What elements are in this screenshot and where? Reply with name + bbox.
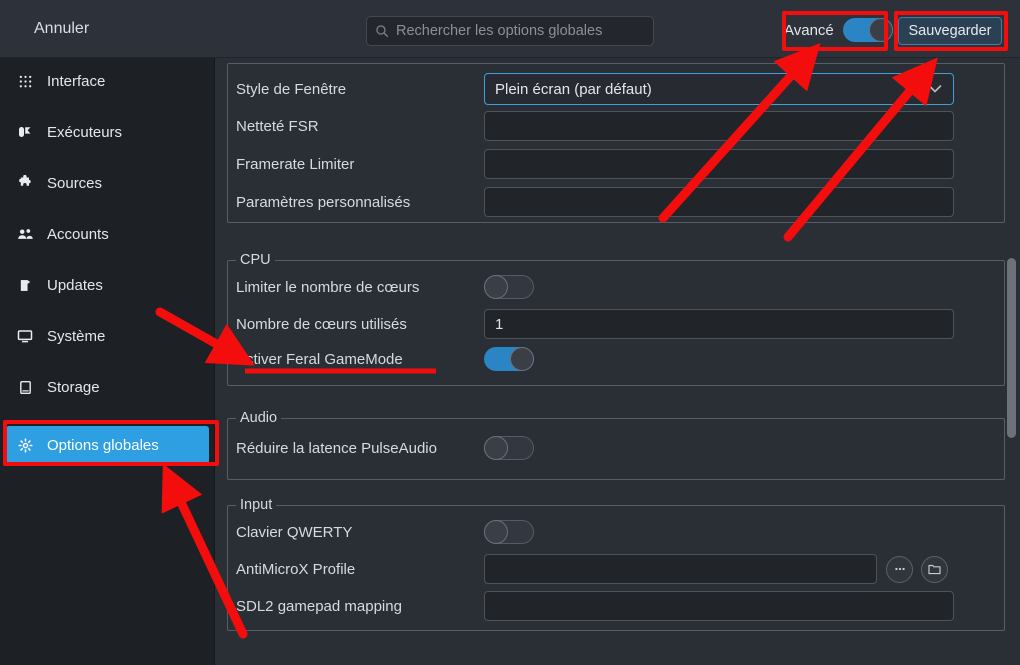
sidebar-item-label: Interface [47,72,106,90]
sidebar-item-label: Options globales [47,436,159,454]
sidebar-item-interface[interactable]: Interface [6,64,209,98]
row-label: SDL2 gamepad mapping [236,597,402,615]
row-label: Limiter le nombre de cœurs [236,278,420,296]
search-field-wrapper[interactable] [366,16,654,46]
row-framerate-limiter: Framerate Limiter [236,149,996,179]
sidebar-item-storage[interactable]: Storage [6,370,209,404]
row-label: Netteté FSR [236,117,319,135]
row-label: Style de Fenêtre [236,80,347,98]
display-settings-group: Style de Fenêtre Plein écran (par défaut… [227,63,1005,223]
row-limit-cores: Limiter le nombre de cœurs [236,274,996,300]
package-icon [16,276,34,294]
sidebar-item-label: Sources [47,174,103,192]
application-window: Annuler Avancé Sauvegarder Interfa [0,0,1020,665]
sidebar: Interface Exécuteurs Sources Accounts Up… [0,58,215,665]
grid-dots-icon [16,72,34,90]
top-header-bar: Annuler Avancé Sauvegarder [0,0,1020,58]
sidebar-item-executeurs[interactable]: Exécuteurs [6,115,209,149]
gear-icon [16,436,34,454]
row-antimicrox-profile: AntiMicroX Profile [236,554,996,584]
row-label: Activer Feral GameMode [236,350,403,368]
toggle-knob [510,347,534,371]
row-label: Clavier QWERTY [236,523,353,541]
pulseaudio-latency-toggle[interactable] [484,436,534,460]
row-sdl2-gamepad-mapping: SDL2 gamepad mapping [236,591,996,621]
feral-gamemode-toggle[interactable] [484,347,534,371]
rocket-icon [16,123,34,141]
row-feral-gamemode: Activer Feral GameMode [236,346,996,372]
advanced-label: Avancé [784,21,834,39]
row-qwerty-keyboard: Clavier QWERTY [236,519,996,545]
advanced-toggle-group: Avancé [784,18,893,42]
sdl2-gamepad-mapping-input[interactable] [484,591,954,621]
input-settings-group: Input Clavier QWERTY AntiMicroX Profile [227,497,1005,631]
toggle-knob [484,520,508,544]
window-style-dropdown[interactable]: Plein écran (par défaut) [484,73,954,105]
limit-cores-toggle[interactable] [484,275,534,299]
fsr-sharpness-input[interactable] [484,111,954,141]
input-group-title: Input [236,497,277,513]
ellipsis-icon[interactable] [886,555,913,583]
search-input[interactable] [396,23,645,39]
search-icon [376,25,389,38]
row-label: Nombre de cœurs utilisés [236,315,407,333]
sidebar-item-accounts[interactable]: Accounts [6,217,209,251]
row-label: Framerate Limiter [236,155,355,173]
row-label: Paramètres personnalisés [236,193,411,211]
sidebar-item-options-globales[interactable]: Options globales [6,426,209,464]
row-label: Réduire la latence PulseAudio [236,439,437,457]
toggle-knob [868,18,893,42]
cancel-button[interactable]: Annuler [34,20,89,38]
window-style-value: Plein écran (par défaut) [495,80,652,98]
row-core-count: Nombre de cœurs utilisés [236,309,996,339]
cpu-group-title: CPU [236,252,275,268]
qwerty-keyboard-toggle[interactable] [484,520,534,544]
sidebar-item-label: Updates [47,276,103,294]
monitor-icon [16,327,34,345]
core-count-input[interactable] [484,309,954,339]
drive-icon [16,378,34,396]
puzzle-icon [16,174,34,192]
settings-content-pane: Style de Fenêtre Plein écran (par défaut… [215,58,1020,665]
sidebar-item-updates[interactable]: Updates [6,268,209,302]
row-pulseaudio-latency: Réduire la latence PulseAudio [236,435,996,461]
sidebar-item-label: Exécuteurs [47,123,123,141]
sidebar-item-sources[interactable]: Sources [6,166,209,200]
people-icon [16,225,34,243]
sidebar-item-systeme[interactable]: Système [6,319,209,353]
antimicrox-profile-input[interactable] [484,554,877,584]
row-custom-parameters: Paramètres personnalisés [236,187,996,217]
content-scrollbar[interactable] [1007,258,1016,438]
custom-parameters-input[interactable] [484,187,954,217]
chevron-down-icon [928,85,942,93]
audio-group-title: Audio [236,410,282,426]
toggle-knob [484,436,508,460]
row-label: AntiMicroX Profile [236,560,356,578]
row-fsr-sharpness: Netteté FSR [236,111,996,141]
framerate-limiter-input[interactable] [484,149,954,179]
audio-settings-group: Audio Réduire la latence PulseAudio [227,410,1005,480]
folder-icon[interactable] [921,555,948,583]
sidebar-item-label: Accounts [47,225,109,243]
sidebar-item-label: Storage [47,378,100,396]
sidebar-item-label: Système [47,327,106,345]
toggle-knob [484,275,508,299]
row-window-style: Style de Fenêtre Plein écran (par défaut… [236,73,996,105]
cpu-settings-group: CPU Limiter le nombre de cœurs Nombre de… [227,252,1005,386]
advanced-toggle[interactable] [842,18,893,42]
save-button[interactable]: Sauvegarder [898,17,1002,45]
